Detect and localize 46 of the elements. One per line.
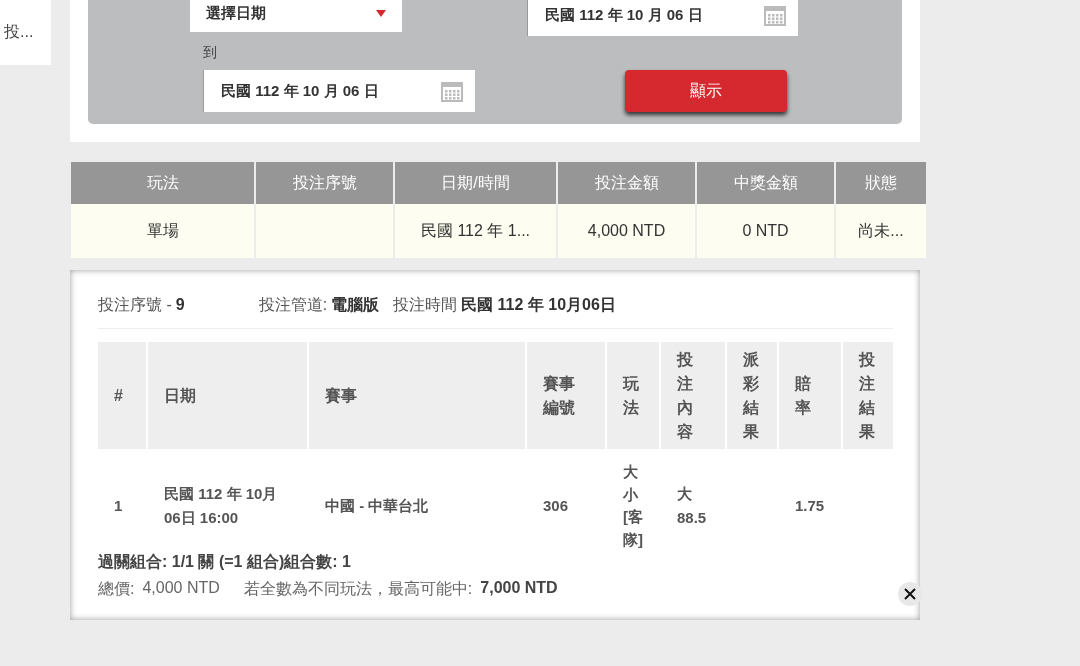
column-header: 玩法 bbox=[71, 162, 254, 204]
column-header: 賠率 bbox=[795, 373, 811, 418]
side-tab[interactable]: 投... bbox=[0, 0, 51, 65]
column-header: 狀態 bbox=[836, 162, 926, 204]
combo-text: 過關組合: 1/1 關 (=1 組合)組合數: 1 bbox=[98, 551, 352, 572]
table-cell: 0 NTD bbox=[697, 204, 834, 258]
meta-text: 投注序號 - 9 bbox=[98, 295, 185, 315]
close-icon bbox=[904, 587, 916, 600]
total-value: 4,000 NTD bbox=[142, 578, 220, 598]
total-label: 總價: bbox=[98, 578, 135, 599]
max-win-value: 7,000 NTD bbox=[480, 578, 558, 598]
table-cell-text: 民國 112 年 10月 06日 16:00 bbox=[164, 484, 279, 529]
date-field[interactable]: 民國 112 年 10 月 06 日 bbox=[203, 70, 475, 112]
column-header: 玩法 bbox=[623, 373, 639, 418]
table-cell: 單場 bbox=[71, 204, 254, 258]
column-header: 賽事 bbox=[325, 386, 357, 404]
max-win-label: 若全數為不同玩法，最高可能中: bbox=[243, 578, 473, 599]
show-button[interactable]: 顯示 bbox=[625, 70, 787, 112]
table-cell: 民國 112 年 1... bbox=[395, 204, 556, 258]
caret-icon bbox=[376, 9, 386, 17]
column-header: 投注內容 bbox=[677, 349, 693, 442]
column-header: 投注結果 bbox=[859, 349, 875, 442]
meta-text: 投注時間 民國 112 年 10月06日 bbox=[393, 295, 616, 315]
to-label: 到 bbox=[203, 44, 218, 62]
column-header: 投注金額 bbox=[558, 162, 695, 204]
column-header: 中獎金額 bbox=[697, 162, 834, 204]
table-cell-text: 大小[客隊] bbox=[623, 462, 644, 550]
date-field[interactable]: 民國 112 年 10 月 06 日 bbox=[527, 0, 798, 36]
column-header: 投注序號 bbox=[256, 162, 393, 204]
calendar-icon bbox=[764, 4, 786, 26]
table-cell: 4,000 NTD bbox=[558, 204, 695, 258]
table-cell-text: 大 88.5 bbox=[677, 484, 708, 529]
calendar-icon bbox=[441, 80, 463, 102]
table-cell: 1 bbox=[114, 497, 123, 515]
close-button[interactable] bbox=[898, 581, 922, 606]
column-header: # bbox=[114, 386, 123, 404]
column-header: 派彩結果 bbox=[743, 349, 759, 442]
table-cell: 中國 - 中華台北 bbox=[325, 497, 429, 515]
table-cell: 1.75 bbox=[795, 497, 825, 515]
date-select[interactable]: 選擇日期 bbox=[190, 0, 402, 32]
column-header: 賽事編號 bbox=[543, 373, 575, 418]
table-cell: 尚未... bbox=[836, 204, 926, 258]
column-header: 日期 bbox=[164, 386, 196, 404]
meta-text: 投注管道: 電腦版 bbox=[258, 295, 380, 315]
column-header: 日期/時間 bbox=[395, 162, 556, 204]
table-cell: 306 bbox=[543, 497, 569, 515]
